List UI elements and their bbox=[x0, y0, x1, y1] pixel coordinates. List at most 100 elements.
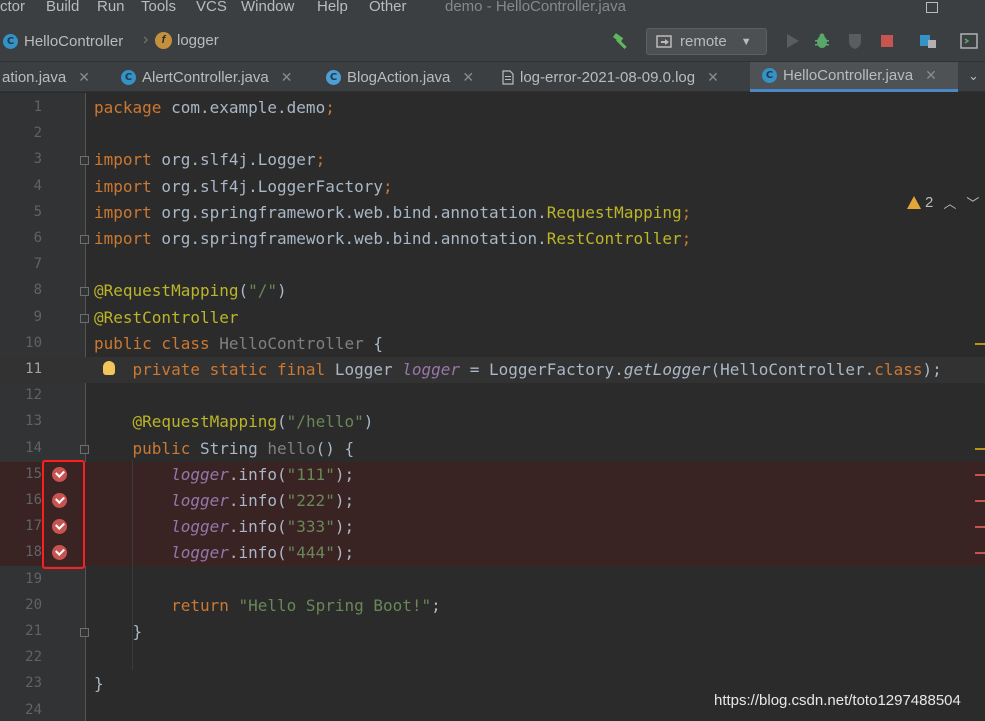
tab-label: HelloController.java bbox=[783, 67, 914, 84]
fold-marker-icon[interactable] bbox=[80, 156, 89, 166]
code-line[interactable]: 13 @RequestMapping("/hello") bbox=[0, 409, 985, 435]
menu-vcs[interactable]: VCS bbox=[196, 0, 227, 15]
code-line[interactable]: 18 logger.info("444"); bbox=[0, 540, 985, 567]
menu-window[interactable]: Window bbox=[241, 0, 294, 15]
tab-alert-controller[interactable]: C AlertController.java ✕ bbox=[113, 62, 316, 92]
code-line[interactable]: 17 logger.info("333"); bbox=[0, 514, 985, 541]
fold-marker-icon[interactable] bbox=[80, 287, 89, 297]
code-line[interactable]: 16 logger.info("222"); bbox=[0, 488, 985, 514]
code-line[interactable]: 5 import org.springframework.web.bind.ann… bbox=[0, 200, 985, 226]
code-line[interactable]: 4 import org.slf4j.LoggerFactory; bbox=[0, 174, 985, 200]
close-icon[interactable]: ✕ bbox=[707, 69, 719, 86]
code-token: logger bbox=[171, 491, 229, 510]
code-token: ) bbox=[277, 281, 287, 301]
project-structure-icon[interactable] bbox=[919, 32, 937, 50]
lightbulb-icon[interactable] bbox=[103, 361, 115, 375]
code-token: import bbox=[94, 150, 152, 170]
fold-marker-icon[interactable] bbox=[80, 444, 89, 454]
code-line[interactable]: 21 } bbox=[0, 619, 985, 645]
fold-marker-icon[interactable] bbox=[80, 628, 89, 637]
code-line[interactable]: 3 import org.slf4j.Logger; bbox=[0, 147, 985, 173]
stop-icon[interactable] bbox=[878, 32, 896, 50]
code-line[interactable]: 19 bbox=[0, 567, 985, 593]
close-icon[interactable]: ✕ bbox=[925, 67, 937, 84]
code-line[interactable]: 14 public String hello() { bbox=[0, 436, 985, 462]
tab-hello-controller[interactable]: C HelloController.java ✕ bbox=[750, 62, 958, 92]
chevron-up-icon[interactable]: ︿ bbox=[943, 193, 956, 212]
tab-blog-action[interactable]: C BlogAction.java ✕ bbox=[316, 62, 492, 92]
line-number: 11 bbox=[25, 361, 42, 377]
code-token: "Hello Spring Boot!" bbox=[238, 595, 432, 615]
code-text: @RestController bbox=[94, 308, 239, 327]
code-line[interactable]: 7 bbox=[0, 252, 985, 278]
menu-tools[interactable]: Tools bbox=[141, 0, 176, 15]
close-icon[interactable]: ✕ bbox=[462, 69, 474, 86]
watermark: https://blog.csdn.net/toto1297488504 bbox=[714, 692, 961, 709]
menu-other[interactable]: Other bbox=[369, 0, 407, 15]
code-text: } bbox=[94, 674, 104, 693]
code-text: import org.springframework.web.bind.anno… bbox=[94, 229, 691, 248]
run-configuration-dropdown[interactable]: remote ▼ bbox=[646, 28, 767, 55]
code-token: ; bbox=[681, 202, 692, 222]
code-token: .info( bbox=[228, 464, 287, 484]
code-token: ; bbox=[681, 229, 692, 248]
code-token: hello bbox=[267, 438, 316, 458]
menu-help[interactable]: Help bbox=[317, 0, 348, 15]
code-token: logger bbox=[171, 464, 229, 484]
code-token: "444" bbox=[286, 543, 335, 563]
build-hammer-icon[interactable] bbox=[612, 32, 630, 50]
line-number: 15 bbox=[25, 465, 42, 482]
line-number: 17 bbox=[25, 518, 42, 535]
class-icon: C bbox=[121, 69, 136, 85]
chevron-down-icon[interactable]: ﹀ bbox=[966, 193, 979, 212]
debug-bug-icon[interactable] bbox=[813, 32, 831, 50]
fold-marker-icon[interactable] bbox=[80, 235, 89, 244]
code-line[interactable]: 8 @RequestMapping("/") bbox=[0, 278, 985, 304]
line-number: 24 bbox=[25, 701, 42, 718]
breadcrumb-field[interactable]: f logger bbox=[155, 32, 219, 49]
class-icon: C bbox=[762, 68, 777, 83]
line-number: 7 bbox=[33, 256, 42, 273]
terminal-icon[interactable] bbox=[960, 32, 978, 50]
code-token: ( bbox=[238, 281, 249, 301]
tab-log-file[interactable]: log-error-2021-08-09.0.log ✕ bbox=[492, 62, 750, 92]
run-icon[interactable] bbox=[783, 32, 801, 50]
code-line[interactable]: 20 return "Hello Spring Boot!"; bbox=[0, 593, 985, 619]
inspection-widget[interactable]: 2 ︿ ﹀ bbox=[907, 193, 979, 212]
code-token: ( bbox=[277, 412, 287, 432]
code-token: .info( bbox=[228, 543, 287, 563]
code-line[interactable]: 12 bbox=[0, 383, 985, 409]
line-number: 10 bbox=[25, 334, 42, 351]
code-line[interactable]: 9 @RestController bbox=[0, 305, 985, 331]
code-token: Logger bbox=[334, 360, 403, 379]
fold-marker-icon[interactable] bbox=[80, 313, 89, 323]
close-icon[interactable]: ✕ bbox=[78, 69, 90, 86]
code-token: ; bbox=[382, 176, 393, 196]
code-line[interactable]: 10 public class HelloController { bbox=[0, 331, 985, 357]
code-token: org.slf4j.Logger bbox=[151, 150, 316, 170]
maximize-icon[interactable] bbox=[926, 2, 938, 13]
code-token: String bbox=[199, 438, 268, 458]
code-token: package bbox=[94, 98, 162, 117]
code-line[interactable]: 11 private static final Logger logger = … bbox=[0, 357, 985, 383]
close-icon[interactable]: ✕ bbox=[281, 69, 293, 86]
code-token: .info( bbox=[228, 517, 287, 537]
tab-ation-java[interactable]: ation.java ✕ bbox=[0, 62, 113, 92]
breadcrumb-class[interactable]: C HelloController bbox=[3, 33, 123, 50]
code-line[interactable]: 22 bbox=[0, 645, 985, 671]
code-line[interactable]: 2 bbox=[0, 121, 985, 147]
code-editor[interactable]: 1 package com.example.demo; 2 3 import org.s… bbox=[0, 93, 985, 721]
code-line[interactable]: 6 import org.springframework.web.bind.ann… bbox=[0, 226, 985, 252]
menu-run[interactable]: Run bbox=[97, 0, 125, 15]
code-token: @RequestMapping bbox=[94, 281, 239, 301]
code-token: public class bbox=[94, 333, 220, 353]
code-line[interactable]: 15 logger.info("111"); bbox=[0, 461, 985, 488]
menu-build[interactable]: Build bbox=[46, 0, 79, 15]
tab-list-chevron-icon[interactable]: ⌄ bbox=[968, 68, 979, 84]
tab-label: AlertController.java bbox=[142, 68, 269, 86]
coverage-icon[interactable] bbox=[846, 32, 864, 50]
code-token: = LoggerFactory. bbox=[460, 360, 624, 379]
menu-refactor[interactable]: ctor bbox=[0, 0, 25, 15]
code-line[interactable]: 1 package com.example.demo; bbox=[0, 95, 985, 121]
